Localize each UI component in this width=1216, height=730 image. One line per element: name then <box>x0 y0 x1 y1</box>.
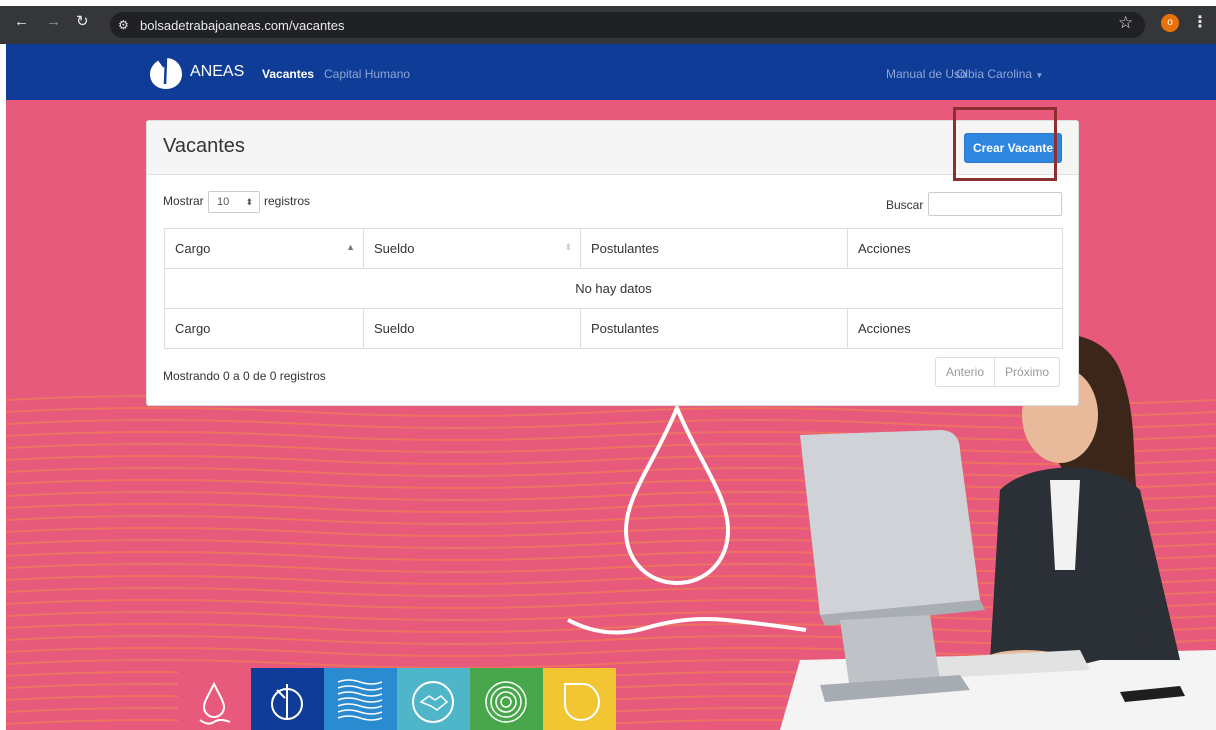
footer-cell-sueldo: Sueldo <box>363 308 581 349</box>
search-input[interactable] <box>928 192 1062 216</box>
nav-link-vacantes[interactable]: Vacantes <box>262 67 314 81</box>
column-label: Cargo <box>175 241 211 256</box>
column-header-postulantes: Postulantes <box>580 228 848 269</box>
table-footer-row: Cargo Sueldo Postulantes Acciones <box>164 308 1063 349</box>
forward-icon[interactable]: → <box>46 14 61 30</box>
search-label: Buscar <box>886 198 924 212</box>
panel-header: Vacantes Crear Vacante <box>147 121 1078 175</box>
url-text: bolsadetrabajoaneas.com/vacantes <box>140 18 345 33</box>
browser-menu-icon[interactable]: ⋮ <box>1192 12 1208 32</box>
browser-toolbar: ← → ↻ ⚙ bolsadetrabajoaneas.com/vacantes… <box>0 0 1216 44</box>
column-header-cargo[interactable]: Cargo ▲ <box>164 228 364 269</box>
user-name: Olbia Carolina <box>956 67 1033 81</box>
tile-water[interactable] <box>178 668 251 730</box>
caret-down-icon: ▼ <box>1035 71 1044 80</box>
sort-asc-icon: ▲ <box>346 242 355 252</box>
tile-waves[interactable] <box>324 668 397 730</box>
back-icon[interactable]: ← <box>14 14 29 30</box>
column-header-acciones: Acciones <box>847 228 1063 269</box>
target-rings-icon <box>485 681 527 723</box>
footer-cell-postulantes: Postulantes <box>580 308 848 349</box>
app-navbar: ANEAS Vacantes Capital Humano Manual de … <box>6 44 1216 100</box>
column-label: Acciones <box>858 241 911 256</box>
vacantes-panel: Vacantes Crear Vacante Mostrar 10 ⬍ regi… <box>146 120 1079 406</box>
footer-cell-cargo: Cargo <box>164 308 364 349</box>
nav-link-manual[interactable]: Manual de Uso <box>886 67 967 81</box>
user-dropdown[interactable]: Olbia Carolina ▼ <box>956 67 1043 81</box>
tile-leaf[interactable] <box>543 668 616 730</box>
drop-outline-icon <box>271 684 303 720</box>
footer-cell-acciones: Acciones <box>847 308 1063 349</box>
bookmark-star-icon[interactable]: ☆ <box>1118 13 1133 33</box>
tile-drop[interactable] <box>251 668 324 730</box>
length-label: Mostrar <box>163 194 204 208</box>
page-length-value: 10 <box>217 196 230 208</box>
table-header-row: Cargo ▲ Sueldo ⬍ Postulantes Acciones <box>164 228 1063 269</box>
droplet-wave-icon <box>199 681 231 725</box>
page-title: Vacantes <box>163 135 245 157</box>
brand-name[interactable]: ANEAS <box>190 63 244 81</box>
address-bar[interactable]: ⚙ bolsadetrabajoaneas.com/vacantes <box>110 12 1145 38</box>
previous-page-button[interactable]: Anterio <box>935 357 996 387</box>
page-length-select[interactable]: 10 ⬍ <box>208 191 260 213</box>
table-row: No hay datos <box>164 268 1063 309</box>
highlight-box <box>953 107 1057 181</box>
reload-icon[interactable]: ↻ <box>76 14 89 30</box>
vacancies-table: Cargo ▲ Sueldo ⬍ Postulantes Acciones No h… <box>164 228 1063 349</box>
profile-avatar[interactable]: o <box>1161 14 1179 32</box>
pagination: Anterio Próximo <box>935 357 1061 387</box>
length-suffix: registros <box>264 194 311 208</box>
leaf-shape-icon <box>564 683 601 722</box>
sort-both-icon: ⬍ <box>564 242 572 252</box>
table-info: Mostrando 0 a 0 de 0 registros <box>163 369 326 383</box>
column-header-sueldo[interactable]: Sueldo ⬍ <box>363 228 581 269</box>
column-label: Postulantes <box>591 241 659 256</box>
handshake-icon <box>412 681 454 723</box>
site-settings-icon[interactable]: ⚙ <box>118 18 129 32</box>
tile-handshake[interactable] <box>397 668 470 730</box>
select-arrows-icon: ⬍ <box>245 197 253 207</box>
waves-icon <box>337 679 383 721</box>
tile-target[interactable] <box>470 668 543 730</box>
chrome-top-strip <box>0 0 1216 6</box>
nav-link-capital-humano[interactable]: Capital Humano <box>324 67 410 81</box>
empty-message: No hay datos <box>164 268 1063 309</box>
next-page-button[interactable]: Próximo <box>995 357 1061 387</box>
column-label: Sueldo <box>374 241 415 256</box>
aneas-logo-icon[interactable] <box>146 54 184 90</box>
